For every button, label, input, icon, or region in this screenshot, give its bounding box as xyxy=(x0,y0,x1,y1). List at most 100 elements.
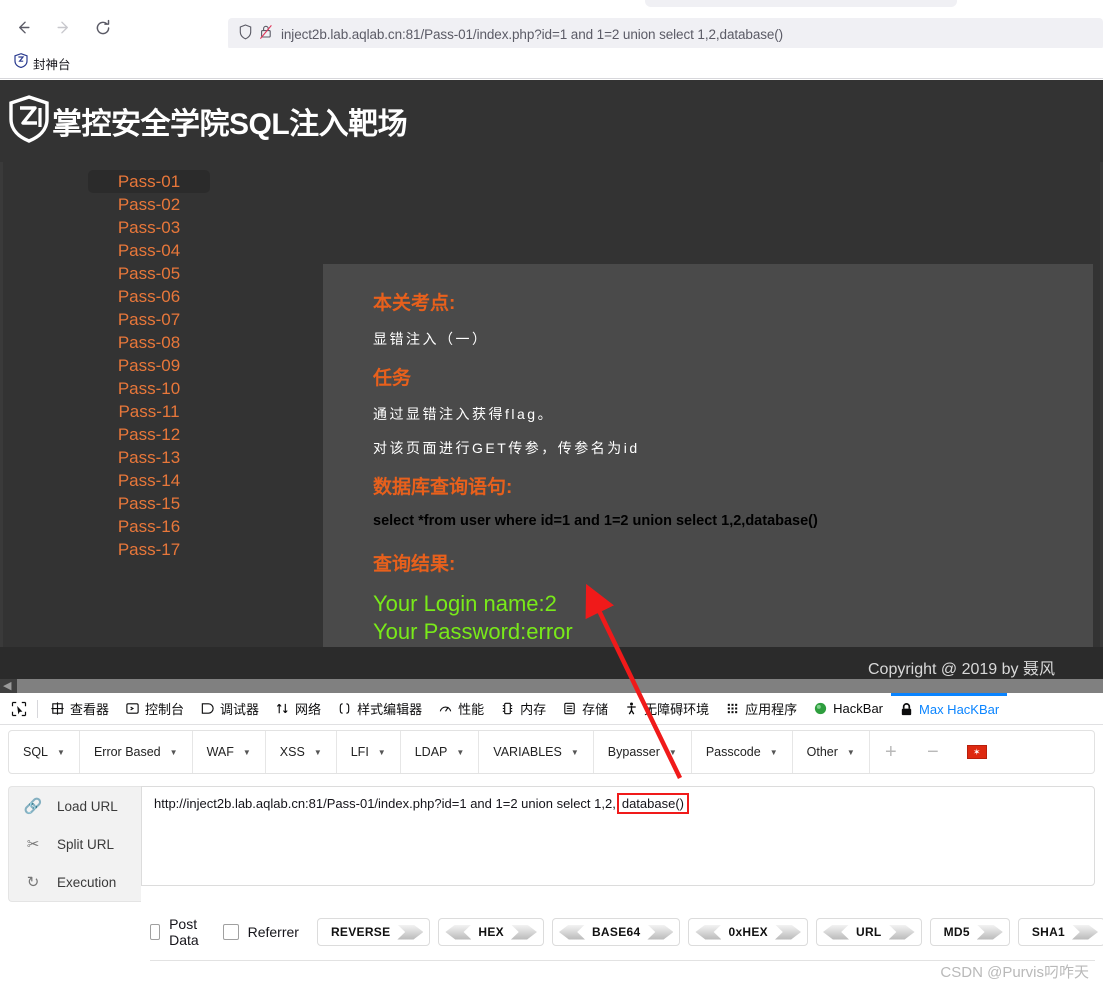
sidebar-item-pass-15[interactable]: Pass-15 xyxy=(88,492,210,515)
hackbar-menu-other[interactable]: Other ▼ xyxy=(793,731,870,773)
decode-arrow-left-icon[interactable] xyxy=(445,924,472,940)
devtools-tab-控制台[interactable]: 控制台 xyxy=(117,693,192,724)
remove-row-button[interactable]: − xyxy=(912,731,954,773)
sidebar-item-pass-03[interactable]: Pass-03 xyxy=(88,216,210,239)
encode-arrow-right-icon[interactable] xyxy=(775,924,801,940)
encode-arrow-right-icon[interactable] xyxy=(647,924,674,940)
encoder-button-sha1[interactable]: SHA1 xyxy=(1017,918,1103,946)
address-bar[interactable]: inject2b.lab.aqlab.cn:81/Pass-01/index.p… xyxy=(228,18,1103,50)
decode-arrow-left-icon[interactable] xyxy=(823,924,849,940)
devtools-tab-应用程序[interactable]: 应用程序 xyxy=(717,693,805,724)
page-horizontal-scrollbar[interactable]: ◀ xyxy=(0,679,1103,693)
hackbar-url-value: http://inject2b.lab.aqlab.cn:81/Pass-01/… xyxy=(154,796,616,811)
sidebar-item-pass-07[interactable]: Pass-07 xyxy=(88,308,210,331)
devtools-tab-HackBar[interactable]: HackBar xyxy=(805,693,891,724)
hackbar-menu-error-based[interactable]: Error Based ▼ xyxy=(80,731,193,773)
encode-arrow-right-icon[interactable] xyxy=(397,924,424,940)
sidebar-item-pass-10[interactable]: Pass-10 xyxy=(88,377,210,400)
scrollbar-thumb[interactable] xyxy=(17,679,1103,693)
flag-icon: ✶ xyxy=(966,745,987,759)
devtools-tab-网络[interactable]: 网络 xyxy=(267,693,329,724)
hackbar-menu-label: Passcode xyxy=(705,745,761,759)
hackbar-menu-sql[interactable]: SQL ▼ xyxy=(9,731,80,773)
referrer-checkbox-box[interactable] xyxy=(222,924,239,940)
hackbar-execution-button[interactable]: ↻ Execution xyxy=(9,863,141,901)
post-data-checkbox-box[interactable] xyxy=(150,924,161,940)
navigation-bar: inject2b.lab.aqlab.cn:81/Pass-01/index.p… xyxy=(0,7,1103,50)
hackbar-main-row: 🔗 Load URL ✂ Split URL ↻ Execution http://inj… xyxy=(8,786,1095,902)
devtools-tab-label: 性能 xyxy=(458,702,485,717)
devtools-tab-查看器[interactable]: 查看器 xyxy=(42,693,117,724)
flag-button[interactable]: ✶ xyxy=(954,731,1000,773)
hackbar-split-url-button[interactable]: ✂ Split URL xyxy=(9,825,141,863)
site-body: Pass-01 Pass-02 Pass-03 Pass-04 Pass-05 Pass-… xyxy=(0,162,1103,691)
hackbar-menu-label: SQL xyxy=(23,745,49,759)
tab-strip[interactable] xyxy=(645,0,957,7)
encode-arrow-right-icon[interactable] xyxy=(1072,924,1099,940)
chevron-down-icon: ▼ xyxy=(769,747,778,757)
encoder-button-0xhex[interactable]: 0xHEX xyxy=(688,918,808,946)
encoder-label: BASE64 xyxy=(591,925,641,939)
element-picker-button[interactable] xyxy=(5,701,33,717)
back-button[interactable] xyxy=(6,11,40,45)
scroll-left-arrow-icon[interactable]: ◀ xyxy=(3,680,11,692)
sidebar-item-pass-02[interactable]: Pass-02 xyxy=(88,193,210,216)
sidebar-item-pass-06[interactable]: Pass-06 xyxy=(88,285,210,308)
hackbar-menu-xss[interactable]: XSS ▼ xyxy=(266,731,337,773)
devtools-tab-无障碍环境[interactable]: 无障碍环境 xyxy=(616,693,717,724)
encoder-button-group: REVERSE HEX BASE64 0xHEX URL MD5 SHA1 xyxy=(316,918,1103,946)
devtools-tab-存储[interactable]: 存储 xyxy=(554,693,616,724)
sidebar-item-pass-13[interactable]: Pass-13 xyxy=(88,446,210,469)
encoder-button-reverse[interactable]: REVERSE xyxy=(316,918,431,946)
post-data-checkbox[interactable]: Post Data xyxy=(150,916,205,948)
encoder-button-base64[interactable]: BASE64 xyxy=(551,918,681,946)
bookmark-shield-icon xyxy=(14,53,28,73)
encoder-label: SHA1 xyxy=(1031,925,1066,939)
sidebar-item-pass-04[interactable]: Pass-04 xyxy=(88,239,210,262)
devtools-tab-调试器[interactable]: 调试器 xyxy=(192,693,267,724)
sidebar-item-pass-05[interactable]: Pass-05 xyxy=(88,262,210,285)
storage-icon xyxy=(564,702,575,715)
encoder-button-md5[interactable]: MD5 xyxy=(929,918,1010,946)
hackbar-menu-variables[interactable]: VARIABLES ▼ xyxy=(479,731,594,773)
devtools-tab-性能[interactable]: 性能 xyxy=(430,693,492,724)
hackbar-menu-passcode[interactable]: Passcode ▼ xyxy=(692,731,793,773)
hackbar-menu-ldap[interactable]: LDAP ▼ xyxy=(401,731,480,773)
encode-arrow-right-icon[interactable] xyxy=(976,924,1003,940)
lock-crossed-icon xyxy=(259,24,273,45)
sidebar-item-pass-01[interactable]: Pass-01 xyxy=(88,170,210,193)
encode-arrow-right-icon[interactable] xyxy=(888,924,915,940)
devtools-tab-样式编辑器[interactable]: 样式编辑器 xyxy=(329,693,430,724)
hackbar-menu-bypasser[interactable]: Bypasser ▼ xyxy=(594,731,692,773)
sidebar-item-pass-12[interactable]: Pass-12 xyxy=(88,423,210,446)
hackbar-menu-lfi[interactable]: LFI ▼ xyxy=(337,731,401,773)
devtools-tab-内存[interactable]: 内存 xyxy=(492,693,554,724)
bookmark-fengshentai[interactable]: 封神台 xyxy=(10,51,75,75)
copyright-text: Copyright @ 2019 by 聂风 xyxy=(868,661,1055,678)
encoder-button-hex[interactable]: HEX xyxy=(438,918,544,946)
encode-arrow-right-icon[interactable] xyxy=(510,924,537,940)
add-row-button[interactable]: + xyxy=(870,731,912,773)
decode-arrow-left-icon[interactable] xyxy=(558,924,585,940)
hackbar-menu-label: VARIABLES xyxy=(493,745,562,759)
reload-button[interactable] xyxy=(86,11,120,45)
hackbar-menu-waf[interactable]: WAF ▼ xyxy=(193,731,266,773)
sidebar-item-pass-08[interactable]: Pass-08 xyxy=(88,331,210,354)
sidebar-item-pass-14[interactable]: Pass-14 xyxy=(88,469,210,492)
task-heading: 任务 xyxy=(373,368,412,389)
hackbar-load-url-button[interactable]: 🔗 Load URL xyxy=(9,787,141,825)
decode-arrow-left-icon[interactable] xyxy=(695,924,722,940)
sidebar-item-pass-17[interactable]: Pass-17 xyxy=(88,538,210,561)
forward-button[interactable] xyxy=(46,11,80,45)
sidebar-item-pass-11[interactable]: Pass-11 xyxy=(88,400,210,423)
task-line-1: 通过显错注入获得flag。 xyxy=(373,406,555,422)
referrer-checkbox[interactable]: Referrer xyxy=(222,924,299,940)
sidebar-item-pass-09[interactable]: Pass-09 xyxy=(88,354,210,377)
debugger-icon xyxy=(201,703,214,714)
hackbar-url-textarea[interactable]: http://inject2b.lab.aqlab.cn:81/Pass-01/… xyxy=(141,786,1095,886)
hackbar-menu-label: Bypasser xyxy=(607,745,660,759)
sidebar-item-pass-16[interactable]: Pass-16 xyxy=(88,515,210,538)
hackbar-menu-label: LFI xyxy=(350,745,369,759)
devtools-tab-Max HacKBar[interactable]: Max HacKBar xyxy=(891,692,1008,724)
encoder-button-url[interactable]: URL xyxy=(816,918,922,946)
